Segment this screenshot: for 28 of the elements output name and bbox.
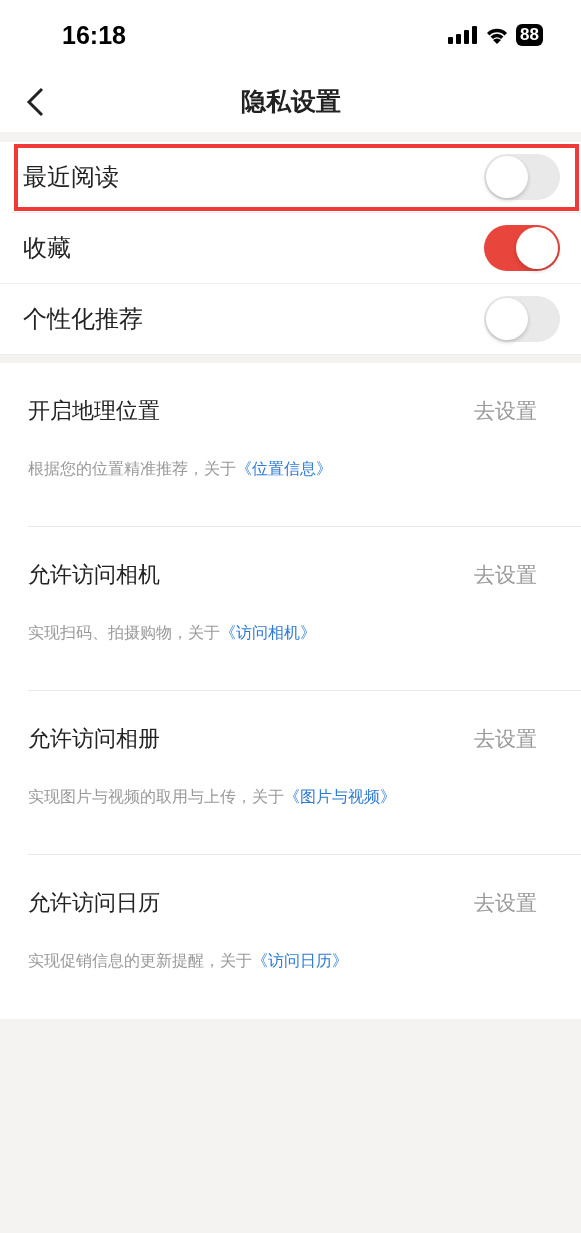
setting-label: 个性化推荐: [23, 304, 143, 335]
go-settings-link[interactable]: 去设置: [474, 725, 537, 753]
policy-link[interactable]: 《访问相机》: [220, 623, 316, 642]
permission-title: 允许访问日历: [28, 889, 160, 917]
wifi-icon: [485, 26, 510, 44]
battery-level: 88: [516, 24, 543, 46]
permission-title: 允许访问相册: [28, 725, 160, 753]
policy-link[interactable]: 《图片与视频》: [284, 787, 396, 806]
back-icon[interactable]: [24, 87, 46, 117]
signal-icon: [448, 26, 479, 44]
go-settings-link[interactable]: 去设置: [474, 397, 537, 425]
permission-note: 实现图片与视频的取用与上传，关于《图片与视频》: [28, 787, 397, 808]
permission-note: 实现扫码、拍摄购物，关于《访问相机》: [28, 623, 317, 644]
page-title: 隐私设置: [240, 85, 341, 118]
permission-note: 实现促销信息的更新提醒，关于《访问日历》: [28, 951, 349, 972]
toggle-switch[interactable]: [484, 154, 560, 200]
permission-title: 开启地理位置: [28, 397, 160, 425]
setting-label: 最近阅读: [23, 162, 119, 193]
toggle-switch[interactable]: [484, 225, 560, 271]
go-settings-link[interactable]: 去设置: [474, 561, 537, 589]
status-time: 16:18: [62, 20, 126, 50]
toggle-switch[interactable]: [484, 296, 560, 342]
policy-link[interactable]: 《位置信息》: [236, 459, 332, 478]
go-settings-link[interactable]: 去设置: [474, 889, 537, 917]
permission-note: 根据您的位置精准推荐，关于《位置信息》: [28, 459, 333, 480]
setting-label: 收藏: [23, 233, 71, 264]
policy-link[interactable]: 《访问日历》: [252, 951, 348, 970]
permission-title: 允许访问相机: [28, 561, 160, 589]
